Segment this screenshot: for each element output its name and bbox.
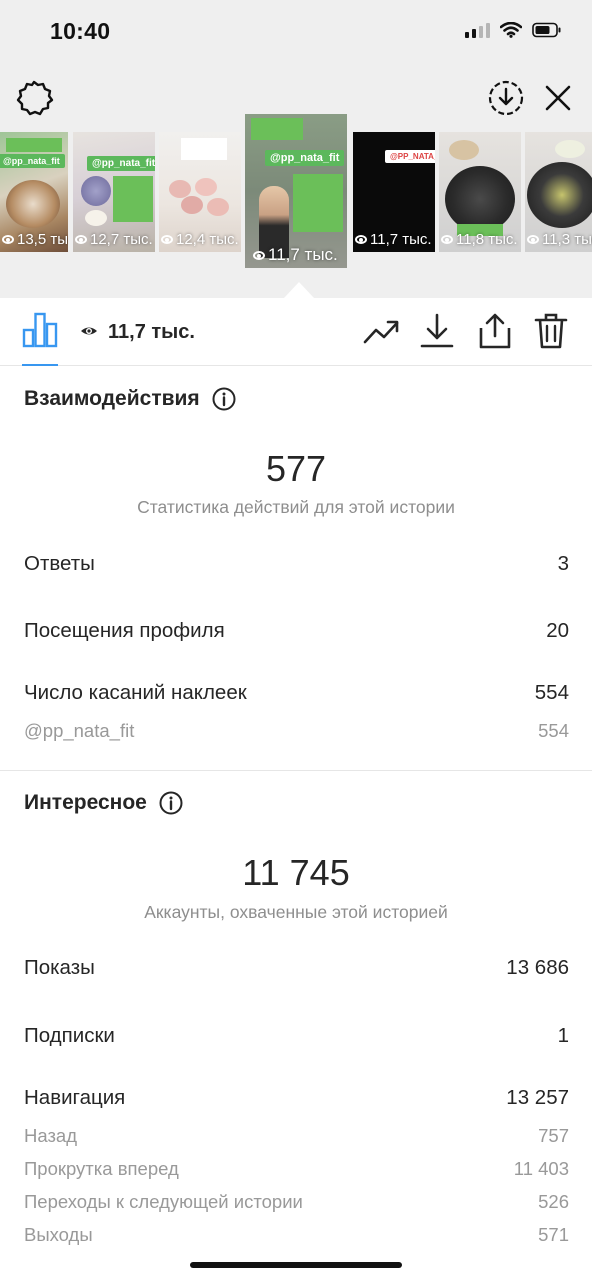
stat-label: Навигация: [24, 1086, 126, 1109]
info-icon[interactable]: [212, 387, 236, 411]
story-header-area: 10:40 @pp_nata_fit 13,5 тыс.: [0, 0, 592, 298]
discovery-section-title: Интересное: [24, 791, 183, 815]
status-icons: [465, 22, 562, 38]
eye-icon: [441, 235, 453, 244]
story-tag: @pp_nata_fit: [265, 150, 345, 166]
stat-row-profile-visits: Посещения профиля 20: [24, 619, 569, 643]
stat-row-sticker-taps: Число касаний наклеек 554: [24, 681, 569, 705]
story-views: 13,5 тыс.: [17, 231, 68, 248]
nav-row-next-story: Переходы к следующей истории 526: [24, 1191, 569, 1213]
story-views: 11,7 тыс.: [370, 231, 432, 248]
story-thumbnail[interactable]: @pp_nata_fit 12,7 тыс.: [73, 132, 155, 252]
eye-icon: [2, 235, 14, 244]
interactions-title: Взаимодействия: [24, 387, 200, 410]
stat-label: Ответы: [24, 552, 95, 575]
story-tag: @PP_NATA_FIT: [385, 150, 435, 163]
discovery-total: 11 745: [242, 852, 350, 893]
stat-label: Переходы к следующей истории: [24, 1191, 303, 1212]
nav-row-forward: Прокрутка вперед 11 403: [24, 1158, 569, 1180]
download-icon[interactable]: [418, 312, 456, 350]
stat-subrow-sticker: @pp_nata_fit 554: [24, 720, 569, 742]
stat-row-impressions: Показы 13 686: [24, 956, 569, 980]
story-thumbnail[interactable]: @PP_NATA_FIT 11,7 тыс.: [353, 132, 435, 252]
stat-value: 526: [538, 1191, 569, 1212]
stat-label: Прокрутка вперед: [24, 1158, 179, 1179]
story-thumbnail[interactable]: 11,3 тыс.: [525, 132, 592, 252]
eye-icon: [253, 250, 265, 260]
wifi-icon: [500, 22, 522, 38]
stat-value: 20: [546, 619, 569, 642]
stat-label: Выходы: [24, 1224, 93, 1245]
story-tag: @pp_nata_fit: [0, 154, 65, 168]
stat-label: Подписки: [24, 1024, 115, 1047]
stat-value: 11 403: [513, 1158, 569, 1179]
tab-underline: [22, 364, 58, 366]
stat-label: Показы: [24, 956, 95, 979]
close-icon[interactable]: [542, 82, 574, 114]
share-icon[interactable]: [476, 312, 514, 350]
info-icon[interactable]: [159, 791, 183, 815]
story-thumbnail[interactable]: @pp_nata_fit 13,5 тыс.: [0, 132, 68, 252]
stat-value: 1: [557, 1024, 569, 1047]
active-story-pointer: [284, 282, 314, 298]
stat-value: 554: [534, 681, 569, 704]
stat-value: 3: [557, 552, 569, 575]
story-views: 11,7 тыс.: [268, 245, 338, 264]
eye-icon: [75, 235, 87, 244]
story-views: 11,8 тыс.: [456, 231, 518, 248]
bar-chart-icon[interactable]: [22, 312, 58, 348]
stat-value: 554: [538, 720, 569, 741]
eye-icon: [527, 235, 539, 244]
insights-toolbar: 11,7 тыс.: [0, 298, 592, 366]
stat-value: 757: [538, 1125, 569, 1146]
stat-row-navigation: Навигация 13 257: [24, 1086, 569, 1110]
stat-value: 13 257: [506, 1086, 569, 1109]
settings-icon[interactable]: [14, 78, 54, 118]
trend-icon[interactable]: [362, 312, 400, 350]
stat-value: 13 686: [506, 956, 569, 979]
toolbar-views: 11,7 тыс.: [108, 321, 195, 343]
story-thumbnail-active[interactable]: @pp_nata_fit 11,7 тыс.: [245, 114, 347, 268]
eye-icon: [355, 235, 367, 244]
stat-label: Посещения профиля: [24, 619, 225, 642]
signal-icon: [465, 22, 490, 38]
eye-icon: [81, 327, 97, 335]
discovery-title: Интересное: [24, 791, 147, 814]
download-circle-icon[interactable]: [488, 80, 524, 116]
story-thumbnail-strip: @pp_nata_fit 13,5 тыс. @pp_nata_fit 12,7…: [0, 114, 592, 274]
interactions-caption: Статистика действий для этой истории: [137, 497, 455, 517]
story-tag: @pp_nata_fit: [87, 156, 155, 171]
nav-row-back: Назад 757: [24, 1125, 569, 1147]
stat-label: Назад: [24, 1125, 78, 1146]
story-views: 12,7 тыс.: [90, 231, 153, 248]
interactions-section-title: Взаимодействия: [24, 387, 236, 411]
discovery-caption: Аккаунты, охваченные этой историей: [144, 902, 448, 922]
trash-icon[interactable]: [532, 312, 570, 350]
nav-row-exits: Выходы 571: [24, 1224, 569, 1246]
story-thumbnail[interactable]: 11,8 тыс.: [439, 132, 521, 252]
stat-row-replies: Ответы 3: [24, 552, 569, 576]
stat-label: @pp_nata_fit: [24, 720, 135, 741]
stat-value: 571: [538, 1224, 569, 1245]
battery-icon: [532, 22, 561, 38]
stat-row-follows: Подписки 1: [24, 1024, 569, 1048]
eye-icon: [161, 235, 173, 244]
story-views: 11,3 тыс.: [542, 231, 592, 248]
home-indicator[interactable]: [190, 1262, 402, 1268]
story-thumbnail[interactable]: 12,4 тыс.: [159, 132, 241, 252]
stat-label: Число касаний наклеек: [24, 681, 247, 704]
interactions-total: 577: [265, 448, 327, 489]
status-time: 10:40: [50, 18, 111, 44]
section-divider: [0, 770, 592, 771]
story-views: 12,4 тыс.: [176, 231, 239, 248]
